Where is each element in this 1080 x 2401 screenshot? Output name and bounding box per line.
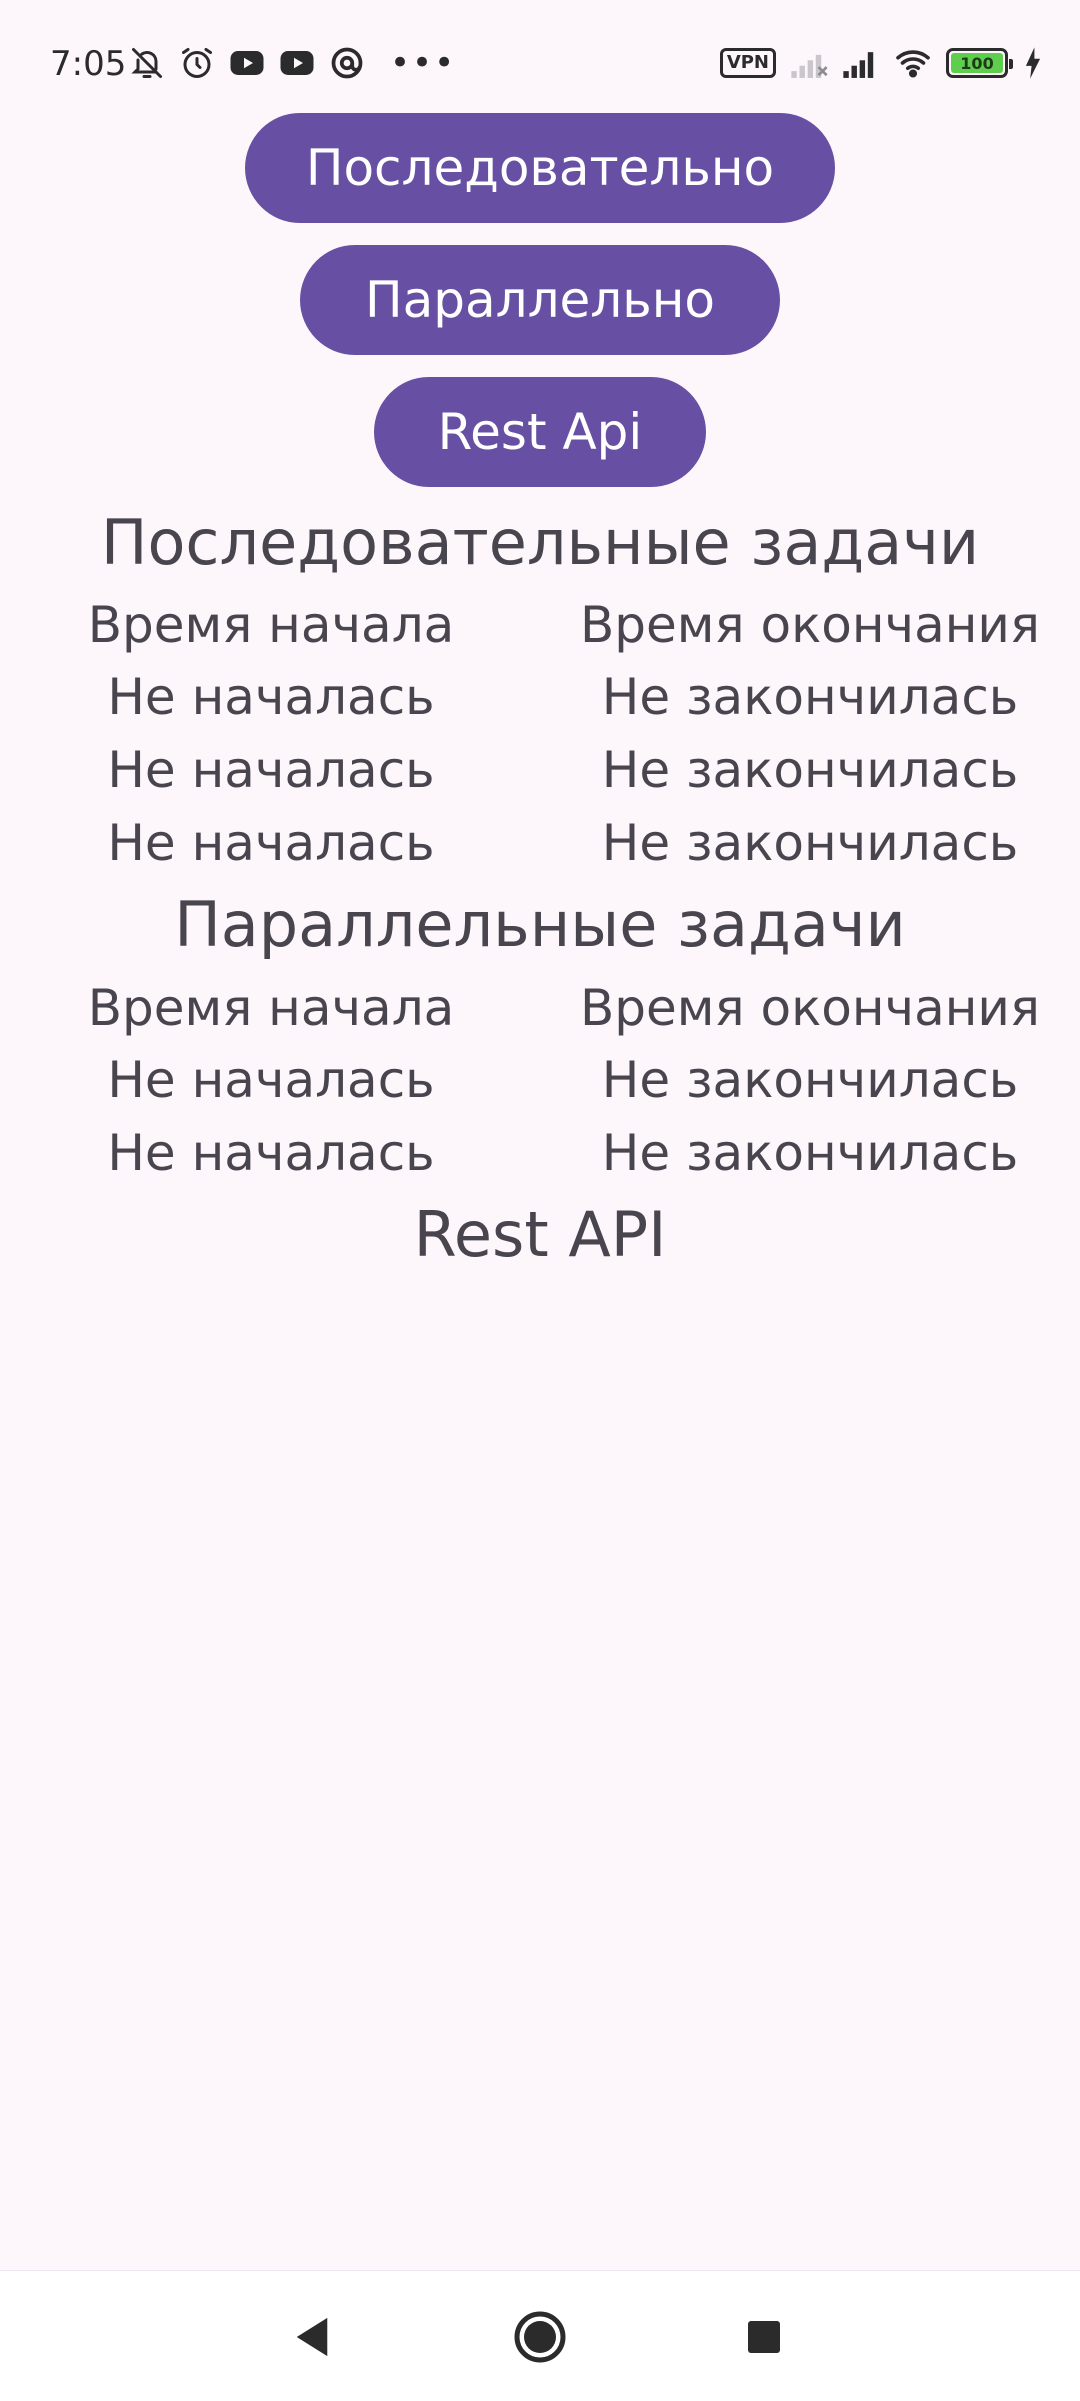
youtube-icon <box>278 44 316 82</box>
back-icon[interactable] <box>282 2307 342 2367</box>
task-start-time: Не началась <box>107 1051 435 1109</box>
recents-icon[interactable] <box>734 2307 794 2367</box>
at-sign-icon <box>328 44 366 82</box>
task-start-time: Не началась <box>107 668 435 726</box>
task-start-time: Не началась <box>107 814 435 872</box>
charging-icon <box>1022 44 1044 82</box>
vpn-icon: VPN <box>719 48 776 78</box>
navigation-bar <box>0 2270 1080 2401</box>
rest-api-title: Rest API <box>413 1198 667 1271</box>
sequential-tasks-title: Последовательные задачи <box>100 506 980 579</box>
start-time-header: Время начала <box>87 596 455 654</box>
status-time: 7:05 <box>50 44 127 84</box>
status-notification-icons: ••• <box>128 44 456 82</box>
battery-icon: 100 <box>946 48 1013 78</box>
task-end-time: Не закончилась <box>601 1124 1019 1182</box>
task-end-time: Не закончилась <box>601 814 1019 872</box>
status-bar: 7:05 ••• VPN 100 <box>0 0 1080 128</box>
youtube-icon <box>228 44 266 82</box>
alarm-icon <box>178 44 216 82</box>
task-start-time: Не началась <box>107 741 435 799</box>
home-icon[interactable] <box>510 2307 570 2367</box>
task-end-time: Не закончилась <box>601 741 1019 799</box>
wifi-icon <box>894 44 932 82</box>
sequential-button[interactable]: Последовательно <box>245 113 835 223</box>
end-time-header: Время окончания <box>579 979 1040 1037</box>
task-end-time: Не закончилась <box>601 1051 1019 1109</box>
battery-level: 100 <box>951 53 1003 73</box>
start-time-header: Время начала <box>87 979 455 1037</box>
status-system-icons: VPN 100 <box>719 44 1044 82</box>
parallel-button[interactable]: Параллельно <box>300 245 780 355</box>
signal-off-icon <box>790 44 828 82</box>
signal-icon <box>842 44 880 82</box>
task-start-time: Не началась <box>107 1124 435 1182</box>
end-time-header: Время окончания <box>579 596 1040 654</box>
bell-off-icon <box>128 44 166 82</box>
parallel-tasks-title: Параллельные задачи <box>174 888 906 961</box>
rest-api-button[interactable]: Rest Api <box>374 377 706 487</box>
task-end-time: Не закончилась <box>601 668 1019 726</box>
more-icon: ••• <box>390 43 457 83</box>
